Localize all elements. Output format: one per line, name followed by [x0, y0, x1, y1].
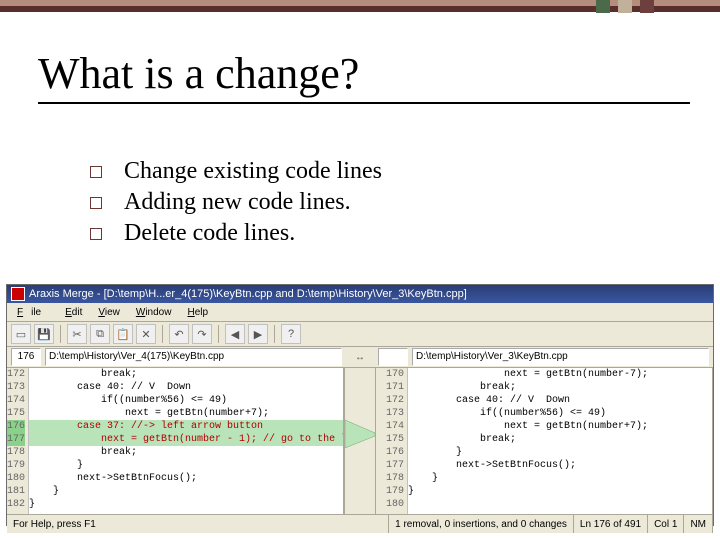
menu-bar: File Edit View Window Help [7, 303, 713, 322]
menu-help[interactable]: Help [179, 305, 216, 320]
delete-icon[interactable]: ✕ [136, 324, 156, 344]
undo-icon[interactable]: ↶ [169, 324, 189, 344]
menu-view[interactable]: View [90, 305, 128, 320]
slide-title: What is a change? [38, 48, 359, 99]
status-help: For Help, press F1 [7, 515, 389, 533]
copy-icon[interactable]: ⧉ [90, 324, 110, 344]
path-bar: 176 D:\temp\History\Ver_4(175)\KeyBtn.cp… [7, 347, 713, 368]
left-path-field[interactable]: D:\temp\History\Ver_4(175)\KeyBtn.cpp [45, 348, 342, 366]
diff-app-window: Araxis Merge - [D:\temp\H...er_4(175)\Ke… [6, 284, 714, 526]
help-icon[interactable]: ? [281, 324, 301, 344]
redo-icon[interactable]: ↷ [192, 324, 212, 344]
diff-panes: 172173174175176177178179180181182 break;… [7, 368, 713, 514]
save-icon[interactable]: 💾 [34, 324, 54, 344]
right-line-field[interactable] [378, 348, 408, 366]
menu-window[interactable]: Window [128, 305, 180, 320]
link-strip [344, 368, 376, 514]
status-end: NM [684, 515, 713, 533]
app-icon [11, 287, 25, 301]
status-col: Col 1 [648, 515, 684, 533]
prev-diff-icon[interactable]: ◀ [225, 324, 245, 344]
status-pos: Ln 176 of 491 [574, 515, 648, 533]
link-shape [345, 398, 375, 458]
paste-icon[interactable]: 📋 [113, 324, 133, 344]
window-titlebar[interactable]: Araxis Merge - [D:\temp\H...er_4(175)\Ke… [7, 285, 713, 303]
cut-icon[interactable]: ✂ [67, 324, 87, 344]
new-icon[interactable]: ▭ [11, 324, 31, 344]
right-pane[interactable]: 170171172173174175176177178179180 next =… [376, 368, 713, 514]
next-diff-icon[interactable]: ▶ [248, 324, 268, 344]
menu-edit[interactable]: Edit [57, 305, 90, 320]
left-pane[interactable]: 172173174175176177178179180181182 break;… [7, 368, 344, 514]
slide-top-stripe [0, 0, 720, 12]
swap-icon[interactable]: ↔ [346, 349, 374, 365]
status-bar: For Help, press F1 1 removal, 0 insertio… [7, 514, 713, 533]
bullet-list: Change existing code lines Adding new co… [50, 154, 382, 251]
bullet-item: Adding new code lines. [90, 189, 382, 216]
left-code[interactable]: break; case 40: // V Down if((number%56)… [29, 368, 344, 514]
menu-file[interactable]: File [9, 305, 57, 320]
status-changes: 1 removal, 0 insertions, and 0 changes [389, 515, 574, 533]
left-line-field[interactable]: 176 [11, 348, 41, 366]
bullet-item: Change existing code lines [90, 158, 382, 185]
left-gutter: 172173174175176177178179180181182 [7, 368, 29, 514]
right-gutter: 170171172173174175176177178179180 [376, 368, 408, 514]
right-code[interactable]: next = getBtn(number-7); break; case 40:… [408, 368, 712, 514]
right-path-field[interactable]: D:\temp\History\Ver_3\KeyBtn.cpp [412, 348, 709, 366]
title-rule [38, 102, 690, 104]
toolbar: ▭ 💾 ✂ ⧉ 📋 ✕ ↶ ↷ ◀ ▶ ? [7, 322, 713, 347]
window-title: Araxis Merge - [D:\temp\H...er_4(175)\Ke… [29, 288, 467, 300]
bullet-item: Delete code lines. [90, 220, 382, 247]
